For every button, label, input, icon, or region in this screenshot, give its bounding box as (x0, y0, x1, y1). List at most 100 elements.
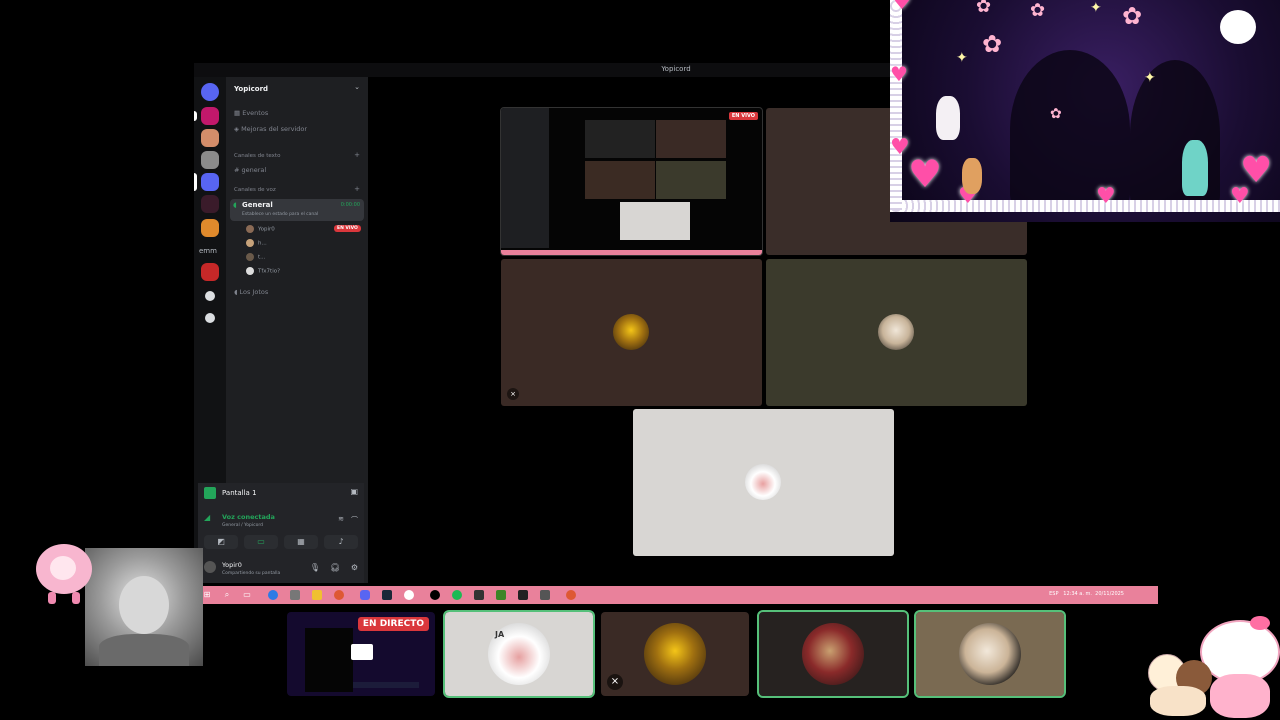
server-icon[interactable] (201, 107, 219, 125)
server-icon-active[interactable] (201, 173, 219, 191)
voice-user[interactable]: Tfx7tio? (246, 267, 280, 275)
participant-tile[interactable] (633, 409, 894, 556)
avatar (246, 239, 254, 247)
server-name[interactable]: Yopicord (234, 85, 268, 93)
body-shape (99, 634, 189, 666)
explore-icon[interactable] (205, 313, 215, 323)
participant-thumbnail[interactable] (914, 610, 1066, 698)
plush-body (1150, 686, 1206, 716)
edge-icon[interactable] (268, 590, 278, 600)
nested-tile (585, 120, 655, 158)
stream-settings-icon[interactable]: ▣ (350, 487, 358, 496)
noise-suppression-icon[interactable]: ≋ (338, 515, 344, 523)
server-folder-label[interactable]: emm (199, 247, 217, 255)
participant-thumbnail[interactable] (757, 610, 909, 698)
voice-user[interactable]: Yopir0 (246, 225, 275, 233)
voice-channel-other[interactable]: ◖ Los Jotos (234, 288, 268, 296)
headphones-icon[interactable]: 🎧︎ (330, 563, 340, 572)
add-server-icon[interactable] (205, 291, 215, 301)
thumbnail-preview (305, 628, 353, 692)
flower-icon: ✿ (1050, 106, 1062, 122)
obs-icon[interactable] (518, 590, 528, 600)
heart-icon: ♥ (892, 0, 912, 15)
store-icon[interactable] (290, 590, 300, 600)
heart-icon: ♥ (890, 62, 908, 86)
user-name[interactable]: Yopir0 (222, 561, 242, 569)
participant-thumbnail[interactable]: JA (443, 610, 595, 698)
app-icon[interactable] (430, 590, 440, 600)
voice-status[interactable]: Establece un estado para el canal (242, 212, 318, 217)
flower-icon: ✿ (982, 30, 1003, 58)
sheep-sticker (32, 540, 96, 606)
baby-photo (85, 548, 203, 666)
sparkle-icon: ✦ (1144, 70, 1156, 86)
cinnamoroll-sticker (1220, 10, 1256, 44)
sparkle-icon: ✦ (956, 50, 968, 66)
chrome-icon[interactable] (334, 590, 344, 600)
screen-share-icon (204, 487, 216, 499)
server-icon[interactable] (201, 129, 219, 147)
bear-sticker (936, 96, 960, 140)
avatar (802, 623, 864, 685)
face-shape (119, 576, 169, 634)
clock-date[interactable]: 20/11/2025 (1095, 591, 1124, 597)
discord-icon[interactable] (360, 590, 370, 600)
nested-taskbar (501, 250, 762, 255)
language-indicator[interactable]: ESP (1049, 591, 1058, 597)
steam-icon[interactable] (382, 590, 392, 600)
participant-tile[interactable] (766, 259, 1027, 406)
app-icon[interactable] (404, 590, 414, 600)
microphone-icon[interactable]: 🎙︎ (310, 563, 320, 572)
stream-thumbnail[interactable]: EN DIRECTO (287, 612, 435, 696)
stream-title: Pantalla 1 (222, 489, 257, 497)
task-view-icon[interactable]: ▭ (242, 590, 252, 600)
app-icon[interactable] (474, 590, 484, 600)
user-status: Compartiendo su pantalla (222, 571, 281, 576)
stream-tile[interactable]: EN VIVO (500, 107, 763, 256)
system-tray[interactable]: ESP 12:34 a. m. 20/11/2025 (1049, 591, 1124, 597)
discord-home-icon[interactable] (201, 83, 219, 101)
disconnect-icon[interactable]: ⌒ (351, 515, 358, 525)
start-icon[interactable]: ⊞ (202, 590, 212, 600)
participant-thumbnail[interactable]: ⨯ (601, 612, 749, 696)
server-indicator-active (194, 173, 197, 191)
spotify-icon[interactable] (452, 590, 462, 600)
events-item[interactable]: ▦ Eventos (234, 109, 268, 117)
pearl-border (890, 200, 1280, 212)
voice-user[interactable]: h... (246, 239, 267, 247)
user-avatar[interactable] (204, 561, 216, 573)
camera-button[interactable]: ◩ (204, 535, 238, 549)
chrome-icon[interactable] (566, 590, 576, 600)
voice-user[interactable]: t... (246, 253, 265, 261)
server-icon[interactable] (201, 195, 219, 213)
server-icon[interactable] (201, 263, 219, 281)
windows-taskbar: ⊞ ⌕ ▭ ESP 12:34 a. m. 20/11/2025 (194, 586, 1158, 604)
app-icon[interactable] (540, 590, 550, 600)
sheep-leg (48, 592, 56, 604)
boosts-item[interactable]: ◈ Mejoras del servidor (234, 125, 307, 133)
participant-tile[interactable]: ⨯ (501, 259, 762, 406)
soundboard-icon: ♪ (338, 537, 344, 546)
search-icon[interactable]: ⌕ (222, 590, 232, 600)
server-icon[interactable] (201, 219, 219, 237)
screen-share-button[interactable]: ▭ (244, 535, 278, 549)
folder-icon[interactable] (312, 590, 322, 600)
nested-tile (656, 120, 726, 158)
voice-channels-header[interactable]: Canales de voz (234, 187, 276, 193)
gear-icon[interactable]: ⚙ (351, 563, 358, 572)
voice-location[interactable]: General / Yopicord (222, 523, 263, 528)
add-voice-channel-icon[interactable]: + (354, 185, 360, 193)
activities-button[interactable]: ▦ (284, 535, 318, 549)
channel-general-text[interactable]: # general (234, 166, 266, 174)
text-channels-header[interactable]: Canales de texto (234, 153, 280, 159)
soundboard-button[interactable]: ♪ (324, 535, 358, 549)
clock-time[interactable]: 12:34 a. m. (1063, 591, 1092, 597)
server-icon[interactable] (201, 151, 219, 169)
kitty-bow (1250, 616, 1270, 630)
minecraft-icon[interactable] (496, 590, 506, 600)
chevron-down-icon[interactable]: ⌄ (354, 83, 360, 91)
avatar (644, 623, 706, 685)
add-channel-icon[interactable]: + (354, 151, 360, 159)
voice-channel-general[interactable]: ◖ General 0:00:00 Establece un estado pa… (230, 199, 364, 221)
avatar (959, 623, 1021, 685)
